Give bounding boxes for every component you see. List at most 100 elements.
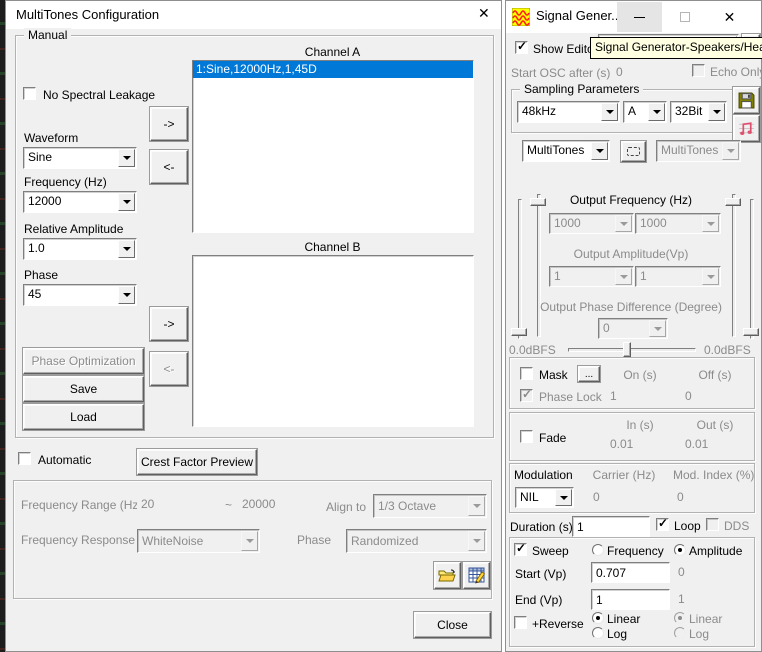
dropdown-arrow-icon[interactable] [118,286,135,304]
reverse-label[interactable]: +Reverse [532,617,584,631]
level-slider-right-outer-thumb[interactable] [743,328,759,336]
dropdown-arrow-icon[interactable] [648,103,665,121]
phase-select[interactable]: 45 [23,284,137,306]
start-vp-field[interactable]: 0.707 [591,562,670,583]
dropdown-arrow-icon[interactable] [118,193,135,211]
level-slider-right-outer[interactable] [750,199,754,339]
save-signal-button[interactable] [733,87,760,114]
sample-bits-select[interactable]: 32Bit [670,101,727,123]
end-vp-field[interactable]: 1 [591,589,670,610]
tone-preview-button[interactable] [733,115,760,142]
sample-channel-select[interactable]: A [623,101,667,123]
window-title: MultiTones Configuration [16,8,159,22]
output-frequency-b-select: 1000 [635,213,721,234]
mask-label[interactable]: Mask [539,368,568,382]
align-to-select: 1/3 Octave [373,494,487,518]
close-icon: ✕ [724,9,736,26]
frequency-range-label: Frequency Range (Hz) [21,498,142,512]
multitones-titlebar[interactable]: MultiTones Configuration ✕ [6,1,501,29]
level-slider-right-inner-thumb[interactable] [725,198,741,206]
signal-generator-window: Signal Gener... ✕ ✓ Show Editor Signal G… [505,0,762,652]
scale-log-radio[interactable] [592,627,604,639]
dropdown-arrow-icon[interactable] [118,240,135,258]
dropdown-arrow-icon [702,268,719,285]
no-spectral-leakage-checkbox[interactable] [23,87,36,100]
load-button[interactable]: Load [23,404,144,430]
frequency-range-from-field: 20 [137,494,214,518]
sweep-label[interactable]: Sweep [532,544,569,558]
sweep-checkbox[interactable]: ✓ [514,543,527,556]
loop-checkbox[interactable]: ✓ [656,518,669,531]
balance-slider[interactable] [568,348,696,352]
open-file-button[interactable] [434,562,461,589]
output-amplitude-label: Output Amplitude(Vp) [546,247,716,261]
align-to-label: Align to [326,500,366,514]
dropdown-arrow-icon[interactable] [555,489,572,506]
sample-rate-select[interactable]: 48kHz [517,101,620,123]
close-icon[interactable]: ✕ [478,6,490,20]
dropdown-arrow-icon [722,142,739,160]
dropdown-arrow-icon[interactable] [601,103,618,121]
maximize-button[interactable] [662,2,707,32]
save-button[interactable]: Save [23,376,144,402]
close-button-titlebar[interactable]: ✕ [707,2,752,32]
duration-field[interactable]: 1 [572,516,650,537]
fade-checkbox[interactable] [520,430,533,443]
automatic-checkbox[interactable] [18,452,31,465]
sweep-frequency-radio[interactable] [592,544,604,556]
duration-label: Duration (s) [510,520,573,534]
channel-a-list[interactable]: 1:Sine,12000Hz,1,45D [192,60,474,233]
sweep-amplitude-label[interactable]: Amplitude [689,544,742,558]
scale-log-label[interactable]: Log [607,627,627,641]
manual-group-label: Manual [24,28,71,42]
level-slider-left-inner[interactable] [537,194,541,337]
level-slider-left-inner-thumb[interactable] [530,198,546,206]
mask-checkbox[interactable] [520,367,533,380]
output-frequency-label: Output Frequency (Hz) [546,193,716,207]
waveform-select[interactable]: Sine [23,147,137,169]
modulation-label: Modulation [514,468,573,482]
open-folder-icon [438,568,457,584]
show-editor-checkbox[interactable]: ✓ [515,41,528,54]
add-to-channel-a-button[interactable]: -> [150,107,188,141]
frequency-select[interactable]: 12000 [23,191,137,213]
fade-out-field: 0.01 [681,434,749,453]
modulation-select[interactable]: NIL [515,487,574,508]
dropdown-arrow-icon[interactable] [591,142,608,160]
generator-config-button[interactable] [621,141,646,162]
level-slider-left-outer[interactable] [518,199,522,339]
reverse-checkbox[interactable] [514,616,527,629]
dropdown-arrow-icon[interactable] [708,103,725,121]
dds-checkbox [706,518,719,531]
automatic-label[interactable]: Automatic [38,453,91,467]
scale-linear-label[interactable]: Linear [607,612,640,626]
start-osc-field: 0 [612,62,702,83]
signal-generator-titlebar[interactable]: Signal Gener... ✕ [506,1,761,33]
remove-from-channel-a-button[interactable]: <- [150,150,188,184]
minimize-button[interactable] [617,2,662,32]
dropdown-arrow-icon[interactable] [118,149,135,167]
level-slider-right-inner[interactable] [732,194,736,337]
frequency-label: Frequency (Hz) [24,175,107,189]
close-button[interactable]: Close [414,612,491,638]
dds-label: DDS [724,519,749,533]
edit-table-button[interactable] [463,562,490,589]
relative-amplitude-select[interactable]: 1.0 [23,238,137,260]
balance-slider-thumb[interactable] [623,342,631,357]
phase-optimization-button: Phase Optimization [23,348,144,374]
level-slider-left-outer-thumb[interactable] [511,328,527,336]
scale-linear-radio[interactable] [592,612,604,624]
generator-type-select[interactable]: MultiTones [522,140,610,162]
mask-browse-button[interactable]: ... [578,366,600,382]
channel-b-list[interactable] [192,255,474,427]
loop-label[interactable]: Loop [674,519,701,533]
fade-label[interactable]: Fade [539,431,566,445]
no-spectral-leakage-label[interactable]: No Spectral Leakage [43,88,155,102]
sweep-amplitude-radio[interactable] [674,544,686,556]
list-item-selected[interactable]: 1:Sine,12000Hz,1,45D [193,61,473,78]
show-editor-label[interactable]: Show Editor [533,42,598,56]
sweep-frequency-label[interactable]: Frequency [607,544,664,558]
phase-mode-label: Phase [297,533,331,547]
add-to-channel-b-button[interactable]: -> [150,307,188,341]
crest-factor-preview-button[interactable]: Crest Factor Preview [137,449,257,475]
